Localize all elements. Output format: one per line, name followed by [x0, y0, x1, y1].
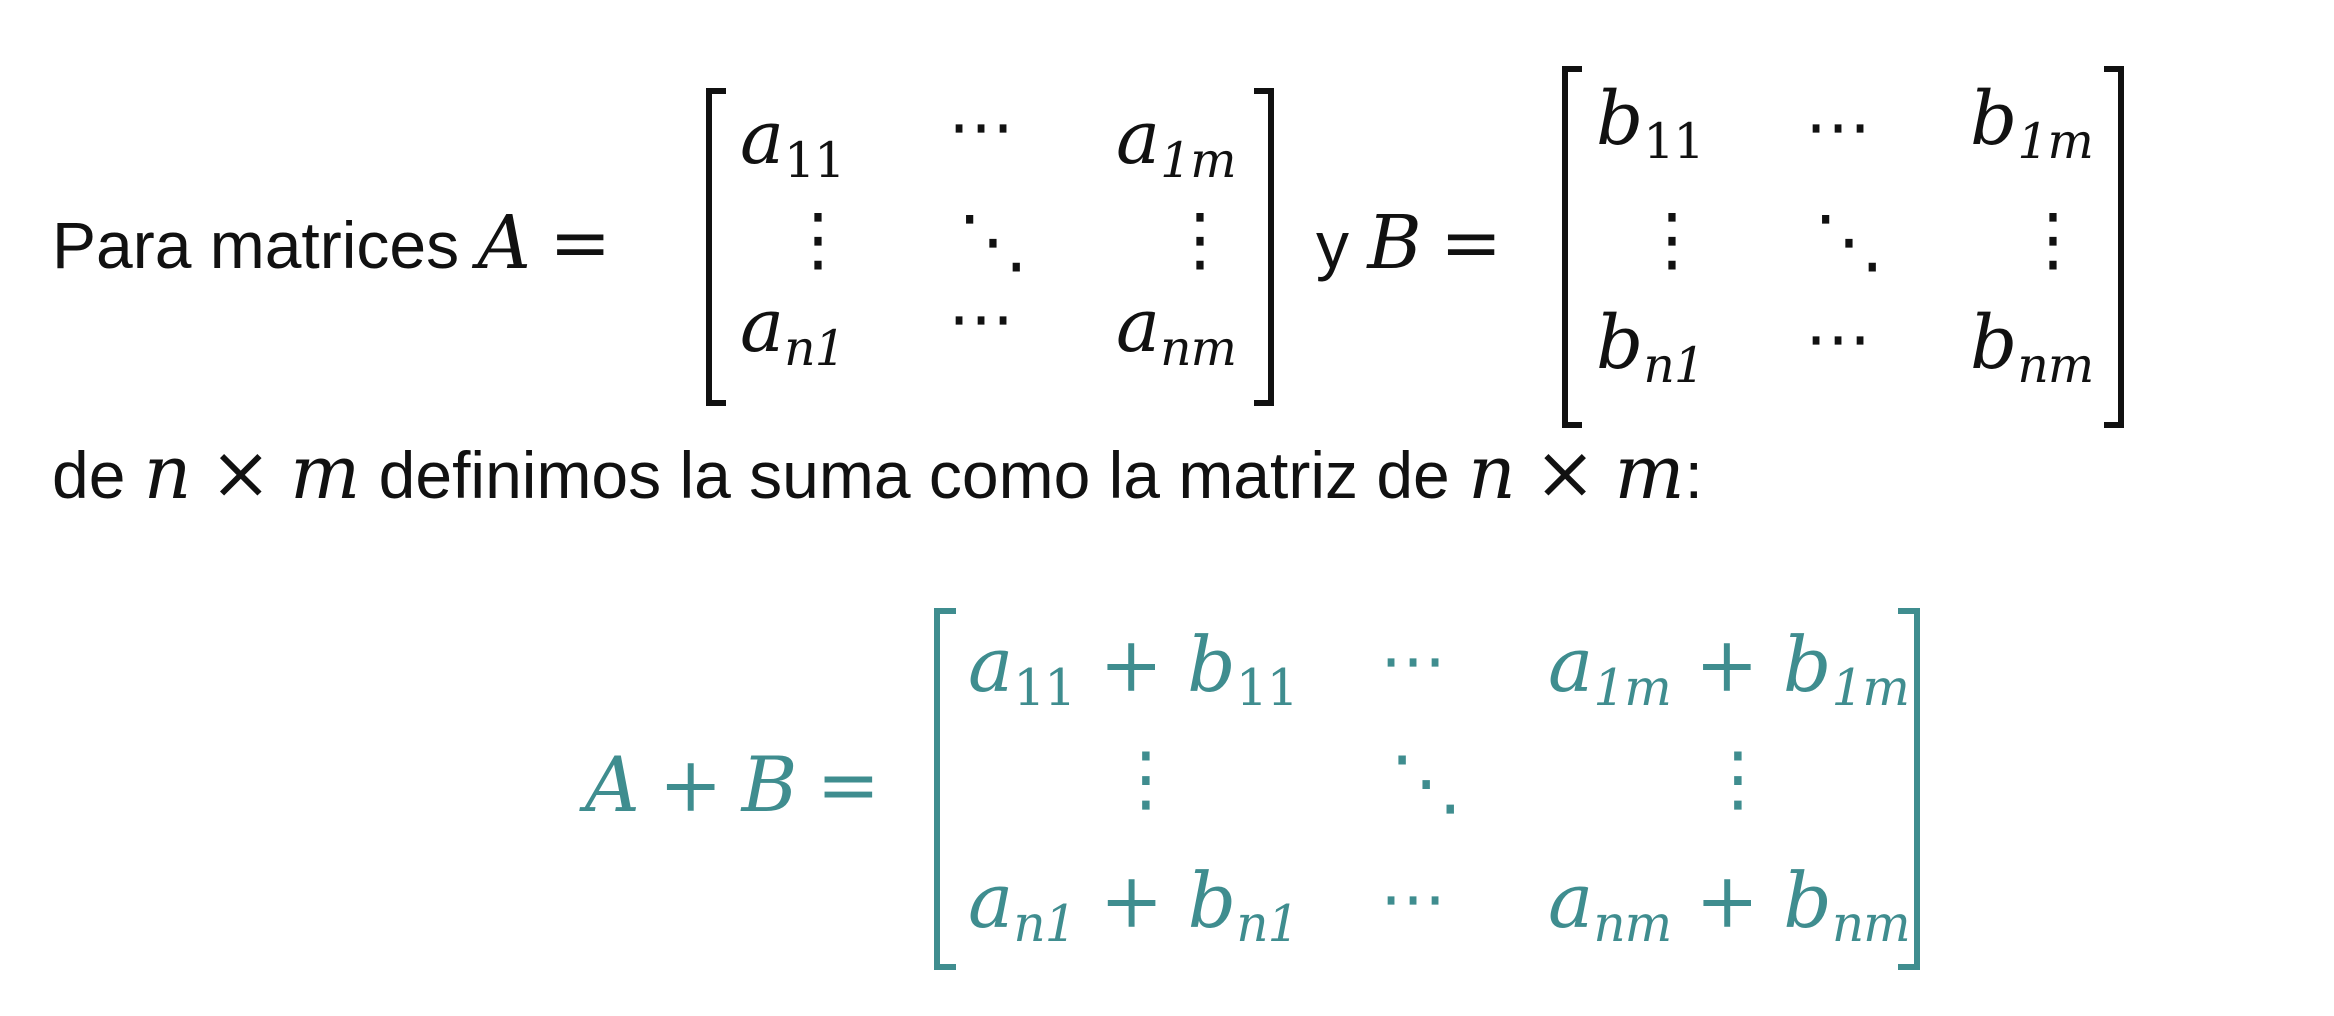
sum-left-bracket [934, 608, 956, 970]
matrix-b-cell: bn1 [1596, 300, 1705, 394]
sum-cell: a11 + b11 [968, 620, 1299, 718]
sum-cell: a1m + b1m [1548, 620, 1910, 718]
equals-sign: = [549, 200, 612, 286]
definition-body: definimos la suma como la matriz de [378, 438, 1450, 512]
sum-vdots: ⋮ [1110, 736, 1182, 820]
times-sign: × [1534, 430, 1597, 516]
equals-sign: = [1440, 200, 1503, 286]
intro-text: Para matrices A = [52, 200, 611, 286]
sum-cell: anm + bnm [1548, 856, 1911, 954]
equals-sign: = [816, 740, 881, 829]
matrix-a-symbol: A [585, 740, 640, 829]
matrix-a-vdots: ⋮ [783, 198, 853, 280]
sum-ddots: ⋱ [1390, 740, 1462, 824]
intro-label: Para matrices [52, 208, 460, 282]
n-symbol: n [143, 430, 192, 516]
matrix-b-vdots: ⋮ [1637, 198, 1707, 280]
sum-cell: an1 + bn1 [968, 856, 1299, 954]
m-symbol: m [1614, 430, 1685, 516]
matrix-b-hdots: ⋯ [1805, 300, 1871, 377]
colon: : [1684, 438, 1703, 512]
matrix-b-vdots: ⋮ [2018, 198, 2088, 280]
matrix-a-hdots: ⋯ [948, 88, 1014, 165]
matrix-a-cell: a1m [1116, 95, 1237, 189]
sum-hdots: ⋯ [1380, 860, 1446, 937]
page: { "line1": { "intro": "Para matrices", "… [0, 0, 2334, 1016]
matrix-b-cell: b1m [1970, 76, 2094, 170]
n-symbol: n [1468, 430, 1516, 516]
matrix-a-hdots: ⋯ [948, 280, 1014, 357]
matrix-a-cell: a11 [740, 95, 845, 189]
matrix-a-right-bracket [1254, 88, 1274, 406]
matrix-b-hdots: ⋯ [1805, 88, 1871, 165]
times-sign: × [209, 430, 272, 516]
matrix-a-symbol: A [477, 200, 531, 286]
sum-hdots: ⋯ [1380, 622, 1446, 699]
definition-text: de n × m definimos la suma como la matri… [52, 430, 1703, 516]
conjunction-y: y [1316, 208, 1349, 282]
plus-sign: + [658, 740, 723, 829]
matrix-a-cell: anm [1116, 283, 1237, 377]
conjunction-text: y B = [1316, 200, 1502, 286]
matrix-b-cell: bnm [1970, 300, 2094, 394]
matrix-b-symbol: B [741, 740, 798, 829]
sum-vdots: ⋮ [1702, 736, 1774, 820]
matrix-a-vdots: ⋮ [1165, 198, 1235, 280]
matrix-b-symbol: B [1367, 200, 1422, 286]
matrix-b-right-bracket [2104, 66, 2124, 428]
matrix-b-left-bracket [1562, 66, 1582, 428]
matrix-a-ddots: ⋱ [958, 200, 1028, 282]
m-symbol: m [290, 430, 361, 516]
matrix-b-cell: b11 [1596, 76, 1705, 170]
matrix-a-left-bracket [706, 88, 726, 406]
definition-de: de [52, 438, 126, 512]
sum-lhs: A + B = [585, 740, 880, 830]
matrix-b-ddots: ⋱ [1814, 200, 1884, 282]
matrix-a-cell: an1 [740, 283, 846, 377]
